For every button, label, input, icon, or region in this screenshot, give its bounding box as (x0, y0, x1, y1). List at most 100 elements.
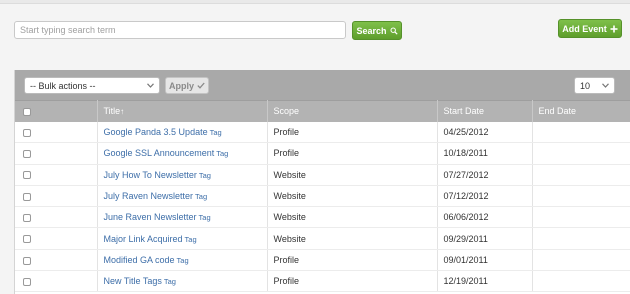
header-start-date[interactable]: Start Date (437, 100, 533, 122)
header-scope[interactable]: Scope (267, 100, 438, 122)
row-checkbox[interactable] (23, 213, 31, 222)
row-checkbox[interactable] (23, 150, 31, 159)
scope-cell: Website (267, 164, 438, 186)
row-checkbox[interactable] (23, 235, 31, 244)
tag-link[interactable]: Tag (195, 192, 207, 201)
event-title-link[interactable]: New Title Tags (104, 276, 162, 286)
end-date-cell (532, 249, 630, 272)
search-input[interactable] (14, 21, 346, 39)
event-title-link[interactable]: June Raven Newsletter (104, 212, 197, 222)
table-row: July How To Newsletter Tag Website 07/27/… (15, 164, 630, 186)
start-date-cell: 09/29/2011 (437, 227, 533, 250)
end-date-cell (532, 270, 630, 293)
event-title-link[interactable]: July How To Newsletter (104, 170, 197, 180)
page-size-select[interactable]: 10 (574, 77, 615, 94)
events-table: Title↑ Scope Start Date End Date Google … (15, 100, 630, 293)
bulk-actions-value: -- Bulk actions -- (30, 80, 96, 91)
bulk-actions-select[interactable]: -- Bulk actions -- (24, 77, 160, 94)
start-date-cell: 06/06/2012 (437, 206, 533, 229)
event-title-link[interactable]: Major Link Acquired (104, 234, 183, 244)
event-title-link[interactable]: July Raven Newsletter (104, 191, 194, 201)
header-scope-label: Scope (273, 106, 300, 117)
end-date-cell (532, 164, 630, 186)
header-start-date-label: Start Date (443, 106, 485, 117)
title-cell: July How To Newsletter Tag (97, 164, 268, 186)
event-title-link[interactable]: Google Panda 3.5 Update (104, 127, 208, 137)
tag-link[interactable]: Tag (216, 149, 228, 158)
table-row: Google Panda 3.5 Update Tag Profile 04/25… (15, 121, 630, 144)
scope-cell: Profile (267, 249, 438, 272)
table-row: Google SSL Announcement Tag Profile 10/18… (15, 142, 630, 165)
add-event-button[interactable]: Add Event (558, 19, 622, 38)
title-cell: Google SSL Announcement Tag (97, 142, 268, 165)
row-checkbox-cell (15, 121, 98, 144)
add-event-label: Add Event (562, 23, 607, 34)
start-date-cell: 10/18/2011 (437, 142, 533, 165)
tag-link[interactable]: Tag (199, 171, 211, 180)
title-cell: New Title Tags Tag (97, 270, 268, 293)
tag-link[interactable]: Tag (177, 256, 189, 265)
apply-label: Apply (168, 80, 194, 91)
header-end-date-label: End Date (538, 106, 577, 117)
end-date-cell (532, 227, 630, 250)
start-date-cell: 07/27/2012 (437, 164, 533, 186)
row-checkbox[interactable] (23, 277, 31, 286)
title-cell: July Raven Newsletter Tag (97, 185, 268, 208)
events-panel: -- Bulk actions -- Apply 10 Title↑ Scope… (14, 70, 630, 294)
row-checkbox[interactable] (23, 128, 31, 137)
scope-cell: Profile (267, 142, 438, 165)
row-checkbox-cell (15, 206, 98, 229)
scope-cell: Website (267, 227, 438, 250)
title-cell: Modified GA code Tag (97, 249, 268, 272)
event-title-link[interactable]: Google SSL Announcement (104, 148, 215, 158)
plus-icon (610, 25, 618, 33)
select-all-checkbox[interactable] (23, 107, 31, 116)
table-row: Modified GA code Tag Profile 09/01/2011 (15, 249, 630, 272)
header-end-date[interactable]: End Date (532, 100, 630, 122)
table-row: June Raven Newsletter Tag Website 06/06/2… (15, 206, 630, 229)
row-checkbox[interactable] (23, 171, 31, 180)
scope-cell: Website (267, 206, 438, 229)
apply-button[interactable]: Apply (165, 77, 209, 94)
table-row: July Raven Newsletter Tag Website 07/12/2… (15, 185, 630, 208)
search-button-label: Search (356, 25, 387, 36)
row-checkbox-cell (15, 270, 98, 293)
header-checkbox-cell (15, 100, 98, 122)
table-toolbar: -- Bulk actions -- Apply 10 (15, 70, 630, 100)
start-date-cell: 09/01/2011 (437, 249, 533, 272)
scope-cell: Profile (267, 121, 438, 144)
start-date-cell: 04/25/2012 (437, 121, 533, 144)
header-title[interactable]: Title↑ (97, 100, 268, 122)
table-row: Major Link Acquired Tag Website 09/29/201… (15, 227, 630, 250)
checkmark-icon (197, 82, 205, 89)
top-border (0, 0, 630, 4)
row-checkbox[interactable] (23, 192, 31, 201)
end-date-cell (532, 121, 630, 144)
row-checkbox-cell (15, 249, 98, 272)
tag-link[interactable]: Tag (185, 235, 197, 244)
tag-link[interactable]: Tag (210, 128, 222, 137)
title-cell: Major Link Acquired Tag (97, 227, 268, 250)
title-cell: Google Panda 3.5 Update Tag (97, 121, 268, 144)
row-checkbox[interactable] (23, 256, 31, 265)
tag-link[interactable]: Tag (199, 213, 211, 222)
start-date-cell: 07/12/2012 (437, 185, 533, 208)
sort-up-icon: ↑ (120, 107, 125, 117)
end-date-cell (532, 185, 630, 208)
table-row: New Title Tags Tag Profile 12/19/2011 (15, 270, 630, 293)
search-button[interactable]: Search (352, 21, 402, 40)
chevron-down-icon (602, 83, 609, 88)
event-title-link[interactable]: Modified GA code (104, 255, 175, 265)
title-cell: June Raven Newsletter Tag (97, 206, 268, 229)
scope-cell: Profile (267, 270, 438, 293)
row-checkbox-cell (15, 227, 98, 250)
page-size-value: 10 (580, 80, 591, 91)
scope-cell: Website (267, 185, 438, 208)
table-header-row: Title↑ Scope Start Date End Date (15, 100, 630, 122)
row-checkbox-cell (15, 185, 98, 208)
tag-link[interactable]: Tag (164, 277, 176, 286)
end-date-cell (532, 142, 630, 165)
end-date-cell (532, 206, 630, 229)
header-title-label: Title (103, 106, 121, 117)
start-date-cell: 12/19/2011 (437, 270, 533, 293)
